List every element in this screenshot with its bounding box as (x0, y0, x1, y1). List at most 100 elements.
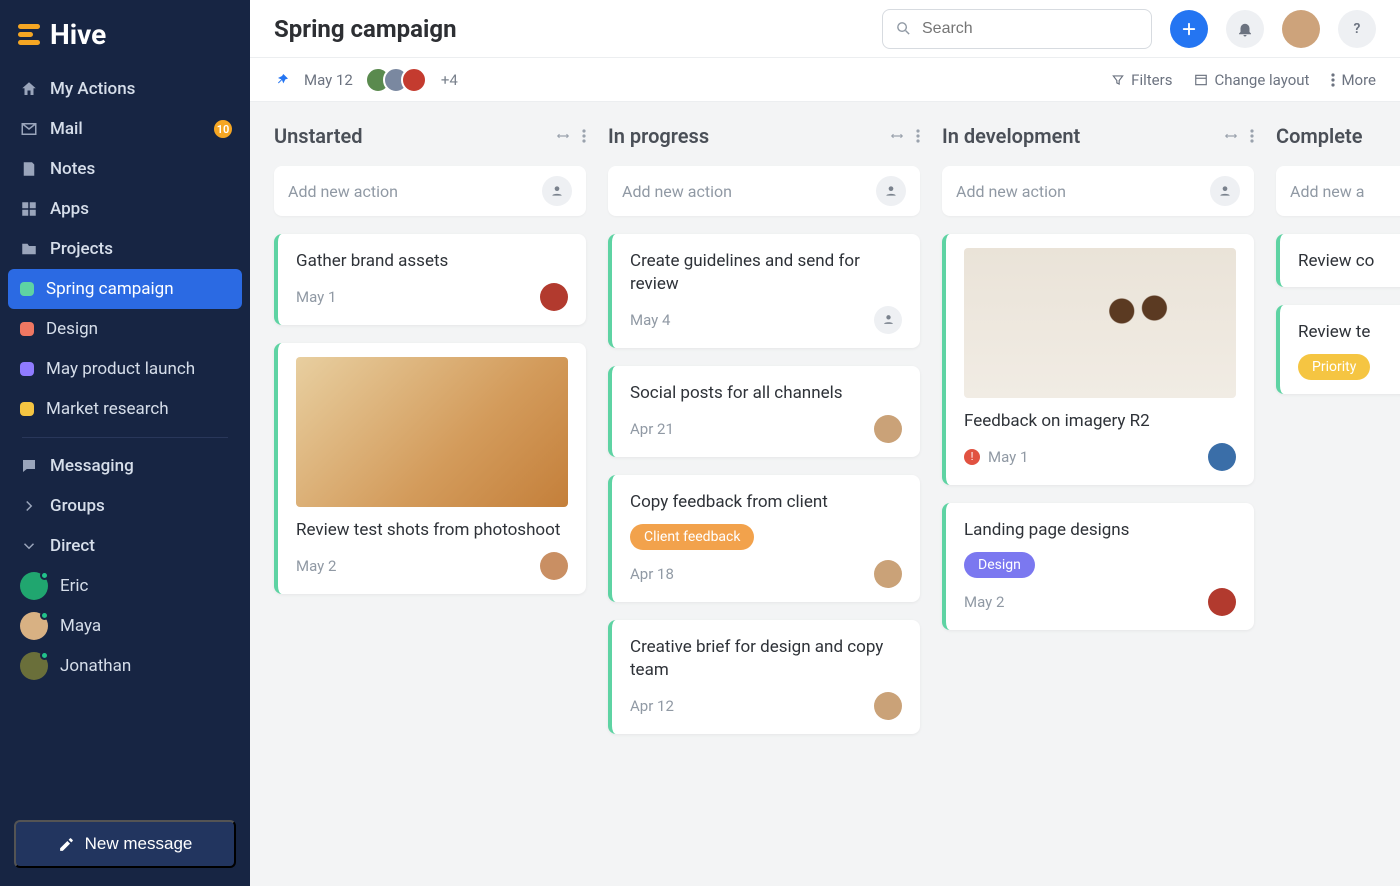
card-title: Copy feedback from client (630, 491, 902, 514)
sidebar-item-projects[interactable]: Projects (8, 229, 242, 269)
card-title: Review test shots from photoshoot (296, 519, 568, 542)
card-image (964, 248, 1236, 398)
column-title: Unstarted (274, 124, 544, 148)
card-avatar[interactable] (540, 552, 568, 580)
notes-icon (20, 160, 38, 178)
board-card[interactable]: Create guidelines and send for review Ma… (608, 234, 920, 348)
help-button[interactable]: ? (1338, 10, 1376, 48)
card-date: Apr 12 (630, 697, 674, 715)
add-action-input[interactable]: Add new action (608, 166, 920, 216)
sidebar-item-label: Spring campaign (46, 279, 174, 299)
board-card[interactable]: Landing page designs Design May 2 (942, 503, 1254, 630)
card-title: Social posts for all channels (630, 382, 902, 405)
card-avatar[interactable] (874, 560, 902, 588)
board-card[interactable]: Review test shots from photoshoot May 2 (274, 343, 586, 594)
add-action-input[interactable]: Add new a (1276, 166, 1400, 216)
sidebar-direct-eric[interactable]: Eric (8, 566, 242, 606)
add-action-input[interactable]: Add new action (942, 166, 1254, 216)
dots-vertical-icon[interactable] (582, 129, 586, 143)
card-title: Landing page designs (964, 519, 1236, 542)
card-title: Review co (1298, 250, 1400, 273)
user-avatar-button[interactable] (1282, 10, 1320, 48)
new-message-button[interactable]: New message (14, 820, 236, 868)
board-card[interactable]: Review co (1276, 234, 1400, 287)
subbar: May 12 +4 Filters Change layout More (250, 58, 1400, 102)
card-avatar-unassigned[interactable] (874, 306, 902, 334)
column-header: Unstarted (274, 124, 586, 148)
home-icon (20, 80, 38, 98)
project-color-icon (20, 362, 34, 376)
sidebar-item-notes[interactable]: Notes (8, 149, 242, 189)
card-date: May 2 (296, 557, 336, 575)
sidebar-item-mail[interactable]: Mail 10 (8, 109, 242, 149)
card-avatar[interactable] (874, 692, 902, 720)
notifications-button[interactable] (1226, 10, 1264, 48)
avatar (20, 572, 48, 600)
add-action-placeholder: Add new a (1290, 182, 1364, 201)
sidebar-item-groups[interactable]: Groups (8, 486, 242, 526)
members-more-count[interactable]: +4 (441, 71, 458, 89)
board-card[interactable]: Feedback on imagery R2 ! May 1 (942, 234, 1254, 485)
assign-button[interactable] (1210, 176, 1240, 206)
resize-icon[interactable] (888, 129, 906, 143)
sidebar-item-messaging[interactable]: Messaging (8, 446, 242, 486)
dots-vertical-icon[interactable] (1250, 129, 1254, 143)
user-icon (1218, 184, 1232, 198)
assign-button[interactable] (876, 176, 906, 206)
new-message-label: New message (85, 834, 193, 854)
dots-vertical-icon[interactable] (916, 129, 920, 143)
filter-icon (1111, 73, 1125, 87)
filters-button[interactable]: Filters (1111, 71, 1172, 89)
user-icon (882, 313, 895, 326)
sidebar-direct-jonathan[interactable]: Jonathan (8, 646, 242, 686)
card-avatar[interactable] (1208, 588, 1236, 616)
avatar (20, 612, 48, 640)
pin-icon[interactable] (274, 72, 290, 88)
sidebar-item-label: Mail (50, 119, 83, 139)
resize-icon[interactable] (554, 129, 572, 143)
board-column-unstarted: Unstarted Add new action Gather brand as… (274, 124, 586, 864)
avatar (20, 652, 48, 680)
card-title: Feedback on imagery R2 (964, 410, 1236, 433)
card-avatar[interactable] (540, 283, 568, 311)
card-title: Review te (1298, 321, 1400, 344)
card-tag[interactable]: Client feedback (630, 524, 754, 550)
sidebar-nav: My Actions Mail 10 Notes Apps Projects S… (0, 69, 250, 686)
resize-icon[interactable] (1222, 129, 1240, 143)
search-icon (895, 20, 912, 37)
change-layout-button[interactable]: Change layout (1194, 71, 1309, 89)
assign-button[interactable] (542, 176, 572, 206)
board-card[interactable]: Copy feedback from client Client feedbac… (608, 475, 920, 602)
board-card[interactable]: Social posts for all channels Apr 21 (608, 366, 920, 457)
app-logo[interactable]: Hive (0, 10, 250, 69)
chat-icon (20, 457, 38, 475)
sidebar-project-market-research[interactable]: Market research (8, 389, 242, 429)
column-header: In progress (608, 124, 920, 148)
sidebar-item-my-actions[interactable]: My Actions (8, 69, 242, 109)
board-card[interactable]: Review te Priority (1276, 305, 1400, 394)
sidebar-item-label: Maya (60, 616, 101, 636)
project-color-icon (20, 282, 34, 296)
card-image (296, 357, 568, 507)
sidebar-project-may-product-launch[interactable]: May product launch (8, 349, 242, 389)
card-tag[interactable]: Design (964, 552, 1035, 578)
board-card[interactable]: Gather brand assets May 1 (274, 234, 586, 325)
search-box[interactable] (882, 9, 1152, 49)
members-cluster[interactable] (367, 67, 427, 93)
sidebar-direct-maya[interactable]: Maya (8, 606, 242, 646)
sidebar-project-design[interactable]: Design (8, 309, 242, 349)
more-button[interactable]: More (1331, 71, 1376, 89)
search-input[interactable] (922, 20, 1139, 38)
add-action-input[interactable]: Add new action (274, 166, 586, 216)
sidebar-project-spring-campaign[interactable]: Spring campaign (8, 269, 242, 309)
sidebar-item-apps[interactable]: Apps (8, 189, 242, 229)
board-card[interactable]: Creative brief for design and copy team … (608, 620, 920, 734)
card-date: May 4 (630, 311, 670, 329)
add-button[interactable] (1170, 10, 1208, 48)
sidebar-item-direct[interactable]: Direct (8, 526, 242, 566)
sidebar-item-label: Apps (50, 199, 89, 219)
app-name: Hive (50, 18, 106, 51)
card-avatar[interactable] (874, 415, 902, 443)
card-avatar[interactable] (1208, 443, 1236, 471)
card-tag[interactable]: Priority (1298, 354, 1370, 380)
